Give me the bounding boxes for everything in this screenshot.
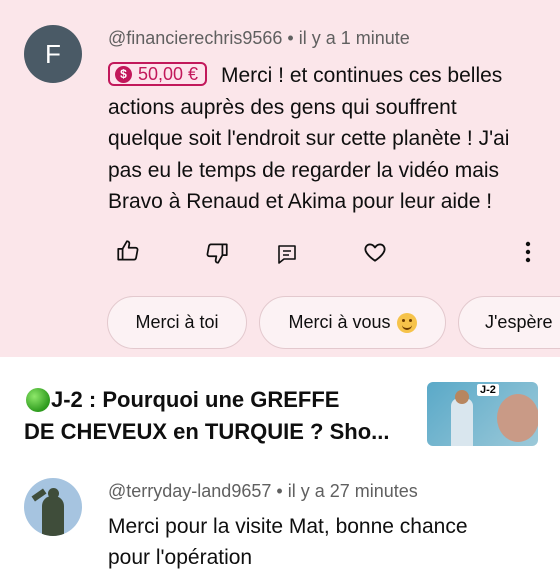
statue-body [42, 496, 64, 536]
meta-separator: • [287, 28, 294, 48]
comment-text: Merci ! et continues ces belles actions … [108, 60, 548, 218]
video-title-line: DE CHEVEUX en TURQUIE ? Sho... [24, 419, 390, 444]
meta-separator: • [276, 481, 283, 501]
comment-line: actions auprès des gens qui souffrent [108, 95, 457, 119]
thumb-up-icon[interactable] [115, 238, 141, 264]
comment-line: Merci ! et continues ces belles [221, 64, 503, 87]
heart-icon[interactable] [362, 239, 388, 265]
avatar-letter: F [45, 38, 61, 69]
comment-line: quelque soit l'endroit sur cette planète… [108, 127, 510, 150]
thumbnail-scalp [497, 394, 538, 442]
comment-line: pas eu le temps de regarder la vidéo mai… [108, 158, 500, 182]
chip-label: Merci à toi [135, 312, 219, 332]
reply-icon[interactable] [275, 242, 301, 268]
comment-meta: @terryday-land9657 • il y a 27 minutes [108, 481, 418, 502]
thumb-down-icon[interactable] [204, 240, 230, 266]
chip-label: J'espère [485, 312, 553, 332]
chip-label: Merci à vous [288, 312, 391, 332]
comment-text: Merci pour la visite Mat, bonne chance p… [108, 511, 548, 573]
reply-suggestion-chip[interactable]: J'espère [458, 296, 560, 349]
comment-meta: @financierechris9566 • il y a 1 minute [108, 28, 410, 49]
video-thumbnail[interactable]: J-2 [427, 382, 538, 446]
more-vert-icon[interactable] [518, 239, 538, 265]
comment-author[interactable]: @financierechris9566 [108, 28, 282, 48]
avatar[interactable]: F [24, 25, 82, 83]
comment-author[interactable]: @terryday-land9657 [108, 481, 271, 501]
thumbnail-person [451, 398, 473, 446]
reply-suggestion-chip[interactable]: Merci à toi [107, 296, 247, 349]
comment-line: Merci pour la visite Mat, bonne chance [108, 515, 468, 538]
statue-head [48, 488, 59, 499]
comment-line: pour l'opération [108, 546, 253, 569]
video-title-line: J-2 : Pourquoi une GREFFE [51, 387, 340, 412]
video-title[interactable]: J-2 : Pourquoi une GREFFE DE CHEVEUX en … [24, 384, 414, 448]
thumbnail-face [455, 390, 469, 404]
reply-suggestion-chip[interactable]: Merci à vous [259, 296, 446, 349]
thumbnail-tag: J-2 [477, 384, 499, 396]
comment-line: Bravo à Renaud et Akima pour leur aide ! [108, 190, 493, 213]
comment-time: il y a 27 minutes [287, 481, 418, 501]
smiling-face-icon [396, 312, 417, 333]
avatar[interactable] [24, 478, 82, 536]
comment-time: il y a 1 minute [298, 28, 410, 48]
